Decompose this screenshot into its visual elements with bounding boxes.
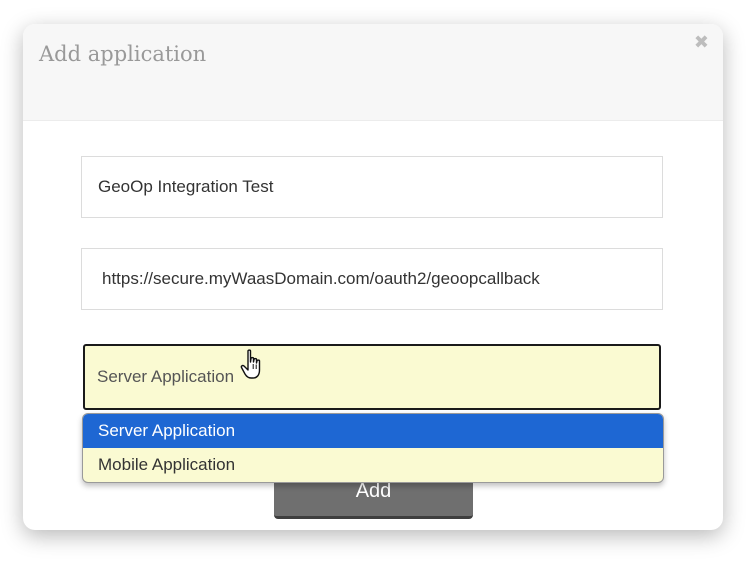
hand-pointer-icon (240, 349, 261, 379)
option-mobile-application[interactable]: Mobile Application (83, 448, 663, 482)
application-name-field[interactable]: GeoOp Integration Test (81, 156, 663, 218)
dialog-title: Add application (39, 42, 207, 66)
application-type-select[interactable]: Server Application (83, 344, 661, 410)
close-icon[interactable]: ✖ (694, 32, 709, 53)
add-application-dialog: Add application ✖ GeoOp Integration Test… (23, 24, 723, 530)
option-server-application[interactable]: Server Application (83, 414, 663, 448)
callback-url-field[interactable]: https://secure.myWaasDomain.com/oauth2/g… (81, 248, 663, 310)
dialog-header: Add application ✖ (23, 24, 723, 121)
application-type-dropdown-list: Server Application Mobile Application (82, 413, 664, 483)
